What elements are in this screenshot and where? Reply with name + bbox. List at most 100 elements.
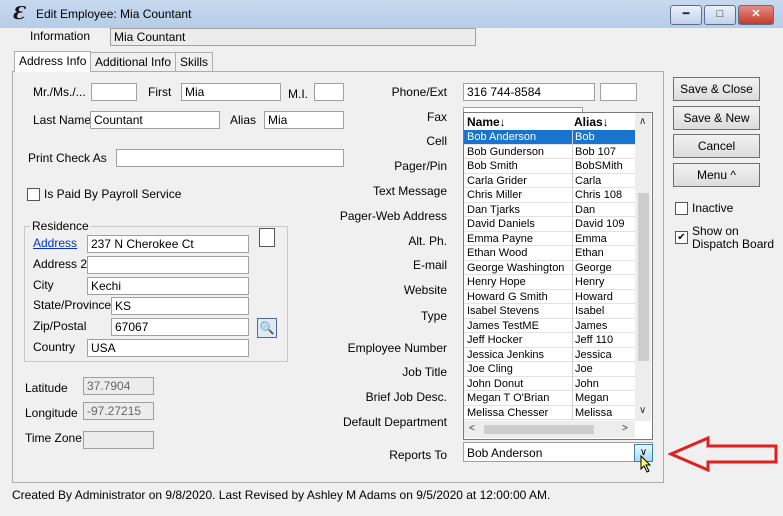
employee-alias-cell: James [572, 318, 637, 333]
alias-column-header[interactable]: Alias↓ [572, 115, 636, 129]
inactive-label: Inactive [692, 201, 734, 215]
list-item[interactable]: Carla Grider Carla [464, 173, 635, 188]
list-item[interactable]: Bob Anderson Bob [464, 130, 635, 145]
list-item[interactable]: Jeff Hocker Jeff 110 [464, 333, 635, 348]
menu-button[interactable]: Menu ^ [673, 163, 760, 187]
app-icon: Ɛ [12, 3, 25, 24]
employee-alias-cell: Joe [572, 362, 637, 377]
city-field[interactable]: Kechi [87, 277, 249, 295]
mouse-cursor-icon [640, 455, 652, 473]
employee-name-cell: Carla Grider [467, 174, 527, 187]
employee-name-cell: Melissa Chesser [467, 406, 549, 419]
employee-alias-cell: Isabel [572, 304, 637, 319]
list-item[interactable]: Isabel Stevens Isabel [464, 304, 635, 319]
annotation-arrow-icon [668, 435, 778, 473]
scroll-left-icon[interactable]: < [469, 423, 475, 434]
employee-name-cell: Isabel Stevens [467, 305, 540, 317]
text-message-label: Text Message [372, 184, 447, 198]
information-field: Mia Countant [110, 28, 476, 46]
list-item[interactable]: Jessica Jenkins Jessica [464, 347, 635, 362]
dropdown-header: Name↓ Alias↓ [464, 115, 635, 131]
window-title: Edit Employee: Mia Countant [36, 7, 192, 21]
save-new-button[interactable]: Save & New [673, 106, 760, 130]
inactive-checkbox[interactable] [675, 202, 688, 215]
list-item[interactable]: John Donut John [464, 376, 635, 391]
name-column-header[interactable]: Name↓ [467, 115, 569, 129]
employee-name-cell: Ethan Wood [467, 247, 528, 259]
pager-web-label: Pager-Web Address [339, 209, 447, 223]
country-field[interactable]: USA [87, 339, 249, 357]
map-lookup-icon[interactable]: 🔍 [257, 318, 277, 338]
employee-alias-cell: Henry [572, 275, 637, 290]
list-item[interactable]: Henry Hope Henry [464, 275, 635, 290]
prefix-field[interactable] [91, 83, 137, 101]
employee-name-cell: Jessica Jenkins [467, 348, 545, 361]
scroll-down-icon[interactable]: ∨ [639, 405, 646, 416]
dispatch-board-checkbox[interactable]: ✔ [675, 231, 688, 244]
employee-name-cell: Emma Payne [467, 232, 534, 245]
list-item[interactable]: James TestME James [464, 318, 637, 333]
employee-alias-cell: Dan [572, 202, 637, 217]
dispatch-board-label: Show on Dispatch Board [692, 224, 775, 251]
alias-label: Alias [230, 113, 257, 127]
address2-field[interactable] [87, 256, 249, 274]
state-field[interactable]: KS [111, 297, 249, 315]
payroll-checkbox[interactable] [27, 188, 40, 201]
alt-phone-label: Alt. Ph. [408, 234, 447, 248]
job-title-label: Job Title [402, 365, 447, 379]
list-item[interactable]: Bob Smith BobSMith [464, 159, 635, 174]
cancel-button[interactable]: Cancel [673, 134, 760, 158]
document-icon[interactable] [259, 228, 275, 247]
employee-alias-cell: Emma [572, 231, 637, 246]
employee-name-cell: Chris Miller [467, 189, 522, 201]
list-item[interactable]: Ethan Wood Ethan [464, 246, 635, 261]
payroll-label: Is Paid By Payroll Service [44, 187, 182, 201]
save-close-button[interactable]: Save & Close [673, 77, 760, 101]
list-item[interactable]: Megan T O'Brian Megan [464, 391, 635, 406]
close-icon[interactable]: ✕ [738, 5, 774, 25]
reports-to-dropdown-list[interactable]: Name↓ Alias↓ Bob Anderson Bob Bob Gunderso… [463, 112, 653, 440]
employee-name-cell: John Donut [467, 377, 524, 390]
list-item[interactable]: Melissa Chesser Melissa [464, 405, 635, 420]
horizontal-scrollbar[interactable]: < > [464, 421, 635, 438]
address-link[interactable]: Address [33, 236, 77, 250]
scroll-up-icon[interactable]: ∧ [639, 116, 646, 127]
maximize-icon[interactable]: □ [704, 5, 736, 25]
phone-field[interactable]: 316 744-8584 [463, 83, 595, 101]
phone-label: Phone/Ext [391, 85, 447, 99]
list-item[interactable]: Dan Tjarks Dan [464, 202, 637, 217]
city-label: City [33, 278, 54, 292]
middle-initial-label: M.I. [288, 87, 308, 101]
tab-skills[interactable]: Skills [175, 52, 214, 72]
type-label: Type [420, 309, 447, 323]
horizontal-scroll-thumb[interactable] [484, 425, 594, 434]
dropdown-rows: Bob Anderson Bob Bob Gunderson Bob 107 Bob S… [464, 130, 635, 420]
list-item[interactable]: Howard G Smith Howard [464, 289, 635, 304]
first-name-label: First [148, 85, 172, 99]
first-name-field[interactable]: Mia [181, 83, 281, 101]
list-item[interactable]: Joe Cling Joe [464, 362, 635, 377]
list-item[interactable]: Chris Miller Chris 108 [464, 188, 635, 203]
phone-ext-field[interactable] [600, 83, 637, 101]
zip-field[interactable]: 67067 [111, 318, 249, 336]
employee-alias-cell: BobSMith [572, 159, 637, 174]
last-name-field[interactable]: Countant [90, 111, 220, 129]
longitude-field: -97.27215 [83, 402, 154, 420]
list-item[interactable]: David Daniels David 109 [464, 217, 635, 232]
scroll-right-icon[interactable]: > [622, 423, 628, 434]
list-item[interactable]: Bob Gunderson Bob 107 [464, 144, 635, 159]
minimize-icon[interactable]: ━ [670, 5, 702, 25]
latitude-field: 37.7904 [83, 377, 154, 395]
reports-to-combobox[interactable]: Bob Anderson [463, 442, 653, 462]
tab-address-info[interactable]: Address Info [14, 51, 92, 72]
list-item[interactable]: Emma Payne Emma [464, 231, 637, 246]
vertical-scrollbar[interactable]: ∧ ∨ [635, 113, 651, 421]
employee-name-cell: Bob Smith [467, 160, 518, 172]
employee-name-cell: Jeff Hocker [467, 334, 523, 346]
employee-alias-cell: Ethan [572, 246, 637, 261]
vertical-scroll-thumb[interactable] [638, 193, 649, 361]
list-item[interactable]: George Washington George [464, 260, 635, 275]
address-field[interactable]: 237 N Cherokee Ct [87, 235, 249, 253]
tab-additional-info[interactable]: Additional Info [90, 52, 177, 72]
time-zone-field [83, 431, 154, 449]
